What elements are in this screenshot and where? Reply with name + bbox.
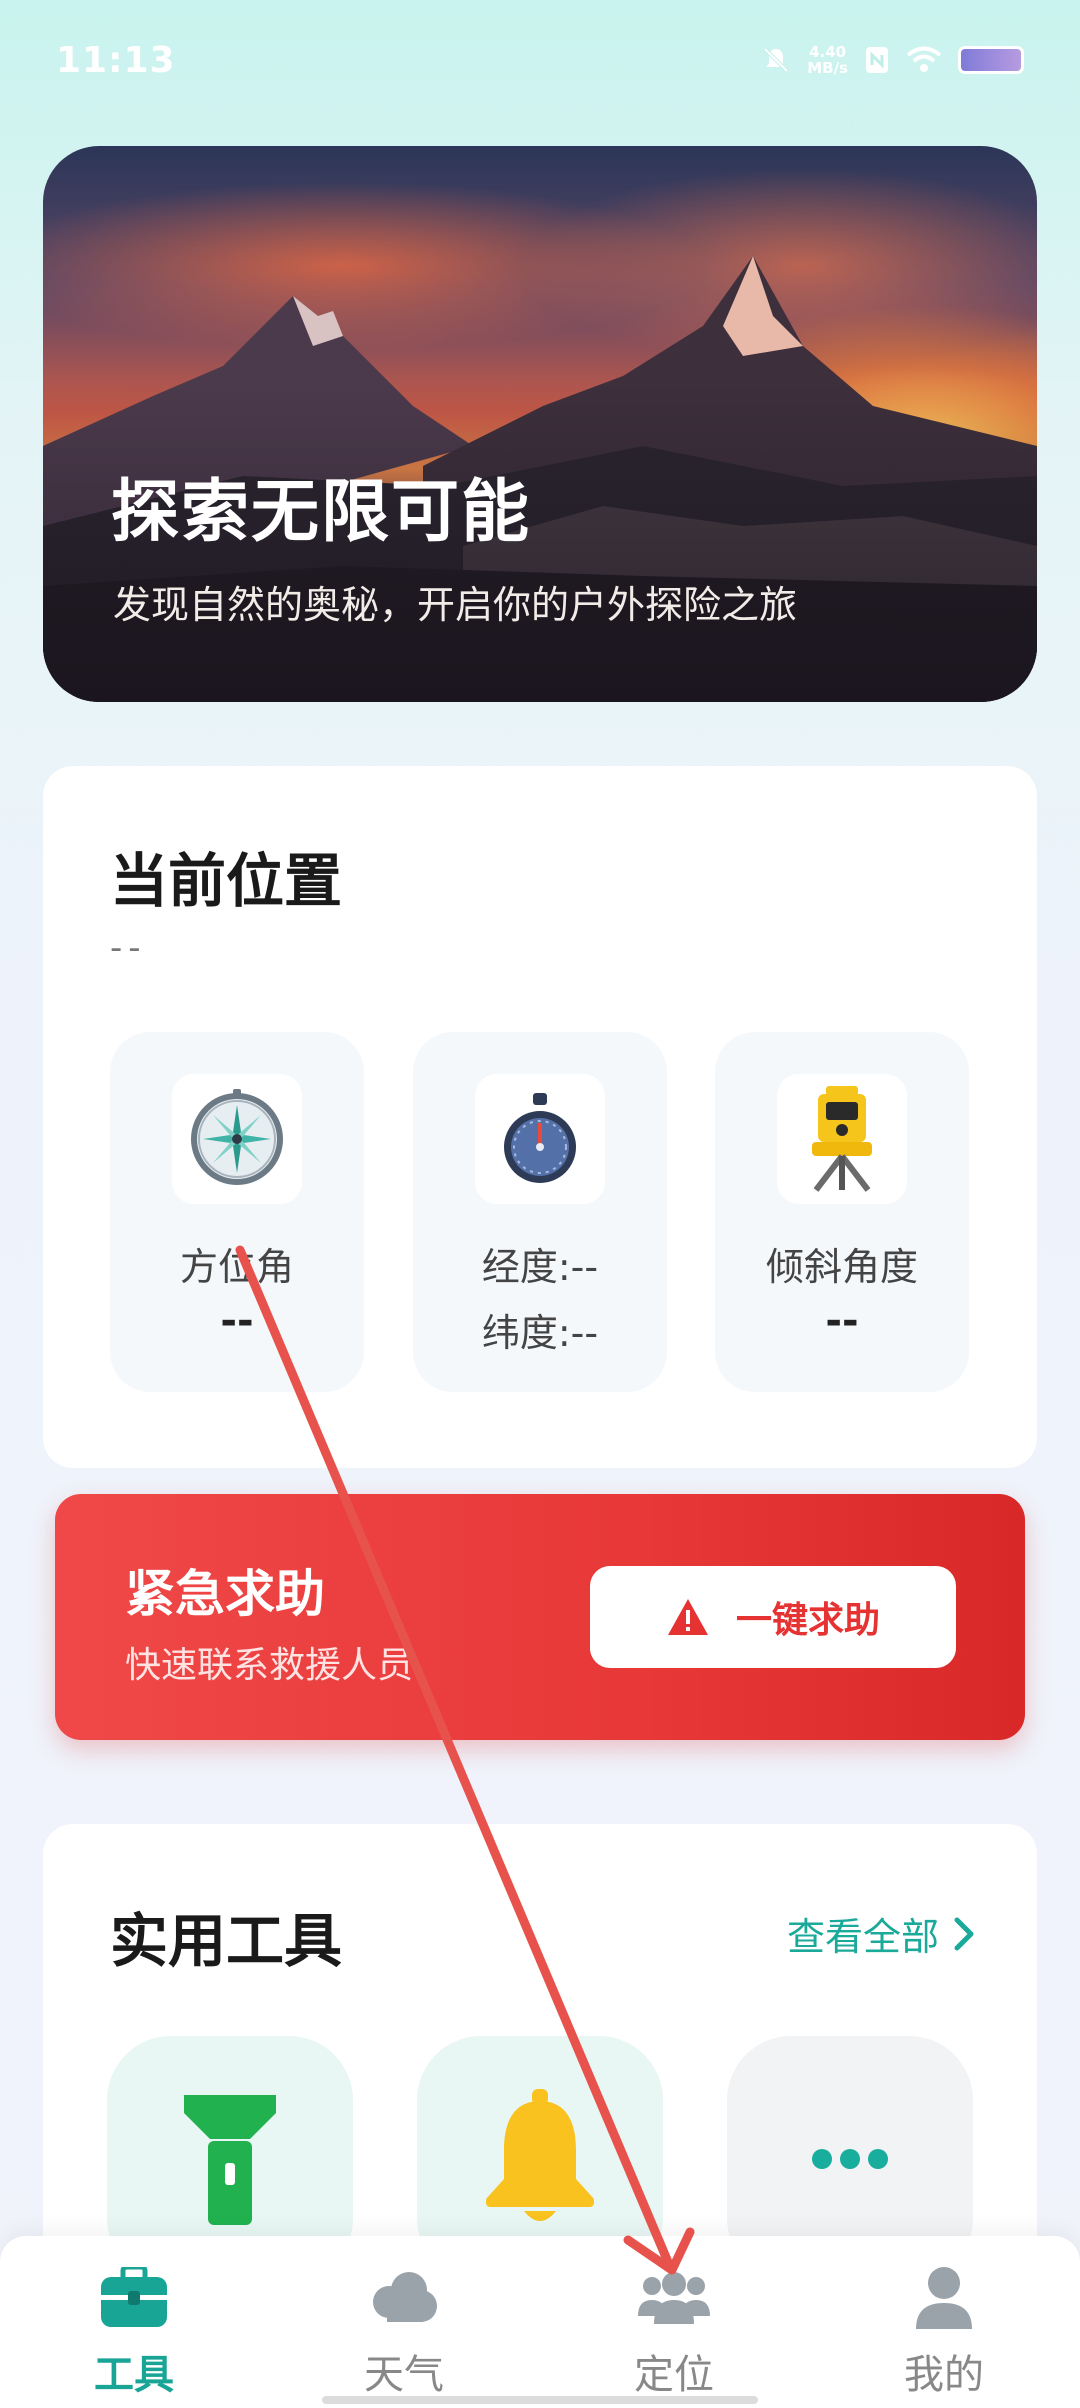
- person-icon: [916, 2267, 972, 2329]
- cloud-icon: [373, 2272, 437, 2322]
- azimuth-tile[interactable]: 方位角 --: [110, 1032, 364, 1392]
- wifi-icon: [906, 46, 942, 72]
- tools-title: 实用工具: [110, 1907, 343, 1975]
- nav-tab-tools[interactable]: 工具: [34, 2262, 234, 2398]
- hero-title: 探索无限可能: [111, 473, 532, 552]
- home-indicator: [322, 2396, 758, 2404]
- location-address: --: [110, 928, 147, 968]
- warning-icon: [667, 1599, 708, 1635]
- nav-tab-location[interactable]: 定位: [574, 2262, 774, 2398]
- people-icon: [638, 2272, 710, 2324]
- chevron-right-icon: [954, 1917, 974, 1950]
- tilt-angle-label: 倾斜角度: [765, 1245, 918, 1289]
- nav-tools-label: 工具: [94, 2352, 174, 2398]
- nav-location-label: 定位: [634, 2352, 714, 2398]
- emergency-title: 紧急求助: [125, 1565, 325, 1623]
- bell-icon: [486, 2089, 594, 2221]
- coordinates-tile[interactable]: 经度:-- 纬度:--: [413, 1032, 667, 1392]
- nav-tab-mine[interactable]: 我的: [844, 2262, 1044, 2398]
- tilt-angle-tile[interactable]: 倾斜角度 --: [715, 1032, 969, 1392]
- nav-tab-weather[interactable]: 天气: [304, 2262, 504, 2398]
- compass-icon: [172, 1074, 302, 1204]
- nav-mine-label: 我的: [904, 2352, 984, 2398]
- battery-icon: [958, 46, 1024, 74]
- nav-weather-label: 天气: [364, 2352, 444, 2398]
- azimuth-label: 方位角: [179, 1245, 294, 1289]
- azimuth-value: --: [220, 1298, 254, 1344]
- hero-subtitle: 发现自然的奥秘，开启你的户外探险之旅: [113, 583, 798, 627]
- stopwatch-icon: [475, 1074, 605, 1204]
- one-tap-help-label: 一键求助: [735, 1600, 880, 1641]
- view-all-link[interactable]: 查看全部: [787, 1906, 975, 1961]
- one-tap-help-button[interactable]: 一键求助: [590, 1566, 956, 1668]
- location-card: 当前位置 -- 方位角 -- 经度:-- 纬度:-- 倾斜角度 --: [43, 766, 1037, 1468]
- emergency-subtitle: 快速联系救援人员: [125, 1645, 414, 1686]
- theodolite-icon: [777, 1074, 907, 1204]
- more-icon: [812, 2149, 888, 2169]
- longitude-label: 经度:--: [481, 1245, 599, 1289]
- toolbox-icon: [101, 2267, 167, 2327]
- status-time: 11:13: [56, 40, 176, 81]
- location-title: 当前位置: [110, 847, 343, 915]
- status-icons: 4.40 MB/s: [761, 44, 1024, 76]
- flashlight-icon: [184, 2095, 276, 2225]
- emergency-card: 紧急求助 快速联系救援人员 一键求助: [55, 1494, 1025, 1740]
- bell-muted-icon: [763, 47, 789, 73]
- nfc-icon: [866, 47, 888, 73]
- bottom-nav: 工具 天气 定位 我的: [0, 2236, 1080, 2408]
- tilt-angle-value: --: [825, 1298, 859, 1344]
- network-speed: 4.40 MB/s: [807, 43, 848, 77]
- status-bar: 11:13 4.40 MB/s: [0, 0, 1080, 130]
- latitude-label: 纬度:--: [481, 1311, 599, 1355]
- view-all-label: 查看全部: [786, 1915, 939, 1959]
- hero-banner: 探索无限可能 发现自然的奥秘，开启你的户外探险之旅: [43, 146, 1037, 702]
